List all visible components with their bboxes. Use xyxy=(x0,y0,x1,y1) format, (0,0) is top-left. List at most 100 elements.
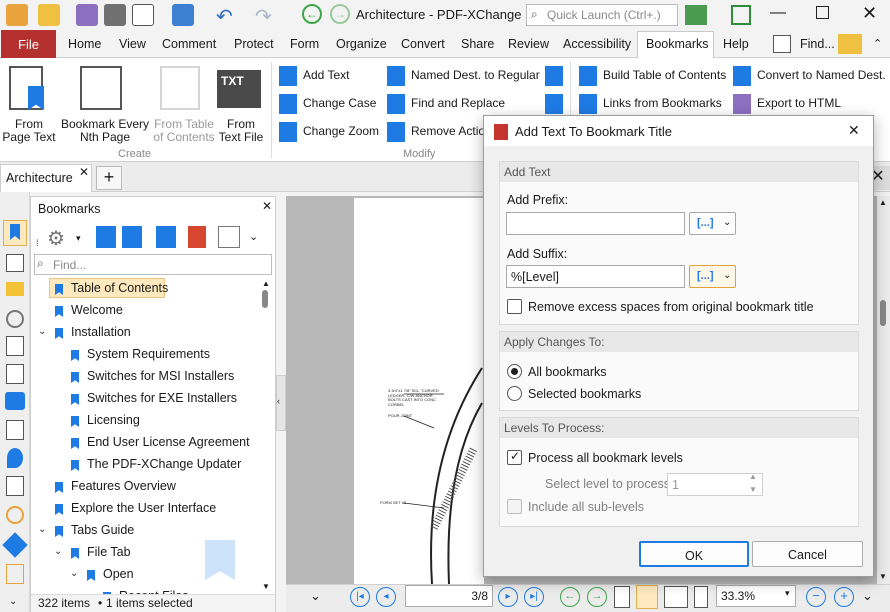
expand-chevron-icon[interactable]: ⌄ xyxy=(38,524,46,535)
nav-more-icon[interactable]: ⌄ xyxy=(862,588,873,604)
tab-share[interactable]: Share xyxy=(461,37,494,51)
prefix-macro-button[interactable]: [...] ⌄ xyxy=(689,212,736,235)
cancel-button[interactable]: Cancel xyxy=(752,541,863,567)
doc-vertical-scrollbar[interactable] xyxy=(877,196,890,584)
folder-search-icon[interactable] xyxy=(838,34,862,54)
tree-scrollbar-thumb[interactable] xyxy=(262,290,268,308)
expand-chevron-icon[interactable]: ⌄ xyxy=(54,546,62,557)
zoom-dropdown-icon[interactable]: ▾ xyxy=(785,588,790,599)
order-icon[interactable] xyxy=(6,564,24,584)
bookmark-item[interactable]: Table of Contents xyxy=(71,281,168,295)
bookmark-properties-icon[interactable] xyxy=(218,226,240,248)
tab-home[interactable]: Home xyxy=(68,37,101,51)
from-page-text-button[interactable]: From Page Text xyxy=(2,118,56,144)
delete-icon[interactable] xyxy=(188,226,206,248)
close-tab-icon[interactable]: ✕ xyxy=(79,165,89,179)
strip-expand-icon[interactable]: ⌄ xyxy=(9,596,17,607)
page-number-input[interactable]: 3/8 xyxy=(405,585,493,607)
next-view-button[interactable]: → xyxy=(587,587,607,607)
bookmark-item[interactable]: Switches for EXE Installers xyxy=(87,391,237,405)
options-dropdown-icon[interactable]: ▾ xyxy=(76,233,81,244)
fullscreen-icon[interactable] xyxy=(731,5,751,25)
facing-continuous-icon[interactable] xyxy=(694,586,708,608)
nav-options-icon[interactable]: ⌄ xyxy=(310,588,321,604)
first-page-button[interactable]: |◂ xyxy=(350,587,370,607)
facing-pages-icon[interactable] xyxy=(664,586,688,608)
remove-action-button[interactable]: Remove Actio xyxy=(411,124,485,138)
bookmark-item[interactable]: Switches for MSI Installers xyxy=(87,369,234,383)
doc-scrollbar-thumb[interactable] xyxy=(880,300,886,326)
change-zoom-button[interactable]: Change Zoom xyxy=(303,124,379,138)
tree-scroll-up-icon[interactable]: ▲ xyxy=(262,279,270,288)
add-child-bookmark-icon[interactable] xyxy=(122,226,142,248)
new-tab-button[interactable]: + xyxy=(96,166,122,190)
build-table-of-contents-button[interactable]: Build Table of Contents xyxy=(603,68,726,82)
doc-scroll-down-icon[interactable]: ▼ xyxy=(879,572,887,581)
bookmark-every-nth-page-button[interactable]: Bookmark Every Nth Page xyxy=(60,118,150,144)
links-pane-icon[interactable] xyxy=(6,506,24,524)
named-dest-to-regular-button[interactable]: Named Dest. to Regular xyxy=(411,68,540,82)
new-bookmark-icon[interactable] xyxy=(156,226,176,248)
bookmark-item[interactable]: Licensing xyxy=(87,413,140,427)
bookmark-item[interactable]: Installation xyxy=(71,325,131,339)
destinations-icon[interactable] xyxy=(7,448,23,468)
bookmark-item[interactable]: The PDF-XChange Updater xyxy=(87,457,241,471)
customize-icon[interactable] xyxy=(685,5,707,25)
last-page-button[interactable]: ▸| xyxy=(524,587,544,607)
thumbnails-icon[interactable] xyxy=(6,254,24,272)
zoom-in-button[interactable]: + xyxy=(834,587,854,607)
undo-icon[interactable]: ↶ xyxy=(216,4,233,29)
close-pane-icon[interactable]: ✕ xyxy=(262,199,272,213)
tab-file[interactable]: File xyxy=(1,30,56,58)
suffix-macro-button[interactable]: [...] ⌄ xyxy=(689,265,736,288)
pane-splitter[interactable]: ‹ xyxy=(276,375,286,431)
tab-help[interactable]: Help xyxy=(723,37,749,51)
print-icon[interactable] xyxy=(104,4,126,26)
from-text-file-button[interactable]: From Text File xyxy=(216,118,266,144)
bookmark-item[interactable]: Open xyxy=(103,567,134,581)
bookmark-item[interactable]: Explore the User Interface xyxy=(71,501,216,515)
properties-icon[interactable] xyxy=(6,364,24,384)
layers-icon[interactable] xyxy=(5,392,25,410)
next-page-button[interactable]: ▸ xyxy=(498,587,518,607)
bookmark-tool-icon[interactable] xyxy=(545,66,563,86)
tab-protect[interactable]: Protect xyxy=(234,37,274,51)
add-bookmark-icon[interactable] xyxy=(96,226,116,248)
tab-review[interactable]: Review xyxy=(508,37,549,51)
bookmark-check-icon[interactable] xyxy=(545,94,563,114)
close-window-button[interactable]: ✕ xyxy=(862,3,877,24)
remove-spaces-checkbox[interactable] xyxy=(507,299,522,314)
convert-to-named-dest-button[interactable]: Convert to Named Dest. xyxy=(757,68,886,82)
continuous-page-icon[interactable] xyxy=(636,585,658,609)
bookmark-item[interactable]: Features Overview xyxy=(71,479,176,493)
more-tools-icon[interactable]: ⌄ xyxy=(249,230,258,243)
process-all-levels-checkbox[interactable]: ✓ xyxy=(507,449,522,465)
content-icon[interactable] xyxy=(6,336,24,356)
export-to-html-button[interactable]: Export to HTML xyxy=(757,96,841,110)
previous-page-button[interactable]: ◂ xyxy=(376,587,396,607)
tab-form[interactable]: Form xyxy=(290,37,319,51)
bookmark-item[interactable]: Welcome xyxy=(71,303,123,317)
find-and-replace-button[interactable]: Find and Replace xyxy=(411,96,505,110)
tree-scroll-down-icon[interactable]: ▼ xyxy=(262,582,270,591)
prefix-input[interactable] xyxy=(506,212,685,235)
selected-bookmarks-radio[interactable] xyxy=(507,386,522,401)
zoom-select[interactable]: 33.3% xyxy=(716,585,796,607)
tab-view[interactable]: View xyxy=(119,37,146,51)
find-button[interactable]: Find... xyxy=(800,37,835,51)
add-text-button[interactable]: Add Text xyxy=(303,68,349,82)
links-from-bookmarks-button[interactable]: Links from Bookmarks xyxy=(603,96,722,110)
save-icon[interactable] xyxy=(76,4,98,26)
tab-convert[interactable]: Convert xyxy=(401,37,445,51)
options-gear-icon[interactable]: ⚙ xyxy=(47,226,71,250)
expand-chevron-icon[interactable]: ⌄ xyxy=(38,326,46,337)
doc-scroll-up-icon[interactable]: ▲ xyxy=(879,198,887,207)
forward-icon[interactable]: → xyxy=(330,4,350,24)
bookmark-item[interactable]: File Tab xyxy=(87,545,131,559)
quick-launch-search[interactable]: Quick Launch (Ctrl+.) xyxy=(526,4,678,26)
attachments-icon[interactable] xyxy=(6,310,24,328)
comments-icon[interactable] xyxy=(6,282,24,296)
all-bookmarks-radio[interactable] xyxy=(507,364,522,379)
open-folder-icon[interactable] xyxy=(38,4,60,26)
scanner-icon[interactable] xyxy=(172,4,194,26)
